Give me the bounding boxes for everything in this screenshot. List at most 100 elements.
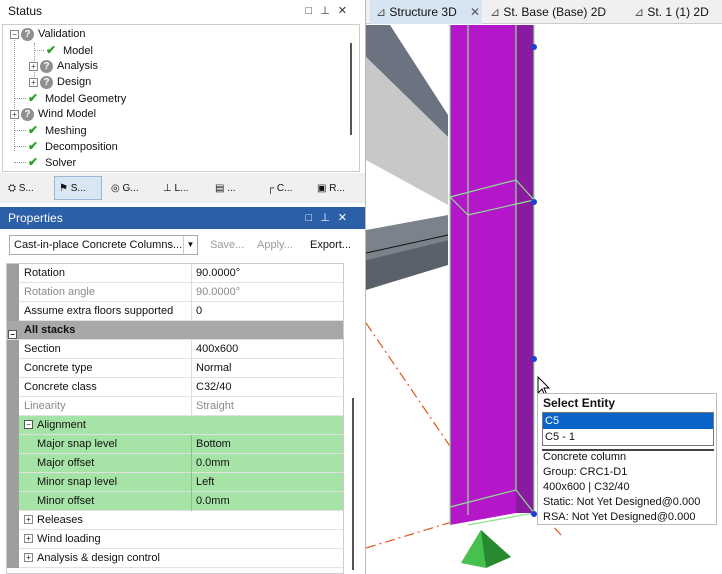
expand-toggle[interactable]: +: [29, 61, 38, 71]
tab-st-1-2d[interactable]: ⊿ St. 1 (1) 2D: [634, 0, 722, 24]
tab-s2[interactable]: ⚑ S...: [54, 176, 102, 200]
snap-handle[interactable]: [531, 44, 537, 50]
maximize-icon[interactable]: □: [306, 5, 321, 17]
tree-item-meshing[interactable]: ✔ Meshing: [28, 122, 87, 138]
popup-title: Select Entity: [543, 396, 616, 410]
tree-item-decomposition[interactable]: ✔ Decomposition: [28, 138, 118, 154]
pin-icon[interactable]: ⊥: [320, 5, 338, 17]
entity-group: Group: CRC1-D1: [543, 466, 628, 478]
view-tabstrip: ⊿ Structure 3D ✕ ⊿ St. Base (Base) 2D ⊿ …: [366, 0, 722, 24]
close-icon[interactable]: ✕: [470, 0, 480, 24]
category-row-alignment[interactable]: − Alignment: [7, 416, 343, 435]
question-icon: ?: [40, 75, 53, 89]
tree-item-analysis[interactable]: +? Analysis: [29, 58, 98, 74]
tree-item-wind-model[interactable]: +? Wind Model: [10, 106, 96, 122]
column-icon: ┌: [267, 183, 277, 194]
tab-c[interactable]: ┌ C...: [262, 176, 310, 200]
view-2d-icon: ⊿: [634, 5, 648, 19]
property-row[interactable]: Minor snap level Left: [7, 473, 343, 492]
column-side[interactable]: [516, 25, 534, 513]
select-entity-popup: Select Entity C5 C5 - 1 Concrete column …: [537, 393, 717, 525]
tree-item-validation[interactable]: −? Validation: [10, 26, 86, 42]
property-row[interactable]: Minor offset 0.0mm: [7, 492, 343, 511]
property-row[interactable]: Rotation angle 90.0000°: [7, 283, 343, 302]
property-row[interactable]: Concrete type Normal: [7, 359, 343, 378]
save-button[interactable]: Save...: [210, 235, 244, 255]
maximize-icon[interactable]: □: [306, 212, 321, 224]
collapse-toggle[interactable]: −: [10, 29, 19, 39]
tree-item-model[interactable]: ✔ Model: [46, 42, 93, 58]
view-2d-icon: ⊿: [490, 5, 504, 19]
category-row-wind-loading[interactable]: + Wind loading: [7, 530, 343, 549]
chevron-down-icon[interactable]: ▼: [183, 236, 197, 254]
check-icon: ✔: [28, 139, 39, 153]
properties-panel-header: Properties □⊥✕: [0, 207, 365, 229]
entity-section: 400x600 | C32/40: [543, 481, 630, 493]
question-icon: ?: [21, 107, 34, 121]
property-row[interactable]: Section 400x600: [7, 340, 343, 359]
tree-item-model-geometry[interactable]: ✔ Model Geometry: [28, 90, 126, 106]
tree-item-solver[interactable]: ✔ Solver: [28, 154, 76, 170]
property-row[interactable]: Concrete class C32/40: [7, 378, 343, 397]
tab-st-base-2d[interactable]: ⊿ St. Base (Base) 2D: [490, 0, 620, 24]
expand-toggle[interactable]: +: [24, 553, 33, 562]
tool-icon: ⛭: [8, 183, 19, 194]
snap-handle[interactable]: [531, 199, 537, 205]
property-row[interactable]: Linearity Straight: [7, 397, 343, 416]
question-icon: ?: [21, 27, 34, 41]
entity-option-c5-1[interactable]: C5 - 1: [543, 429, 713, 445]
status-tree: −? Validation ✔ Model +? Analysis +? Design …: [2, 24, 360, 172]
check-icon: ✔: [46, 43, 57, 57]
property-grid: Rotation 90.0000° Rotation angle 90.0000° …: [6, 263, 344, 574]
concrete-column-c5[interactable]: [450, 25, 516, 525]
status-panel-header: Status □⊥✕: [0, 0, 365, 22]
tab-r[interactable]: ▣ R...: [312, 176, 360, 200]
panel-controls[interactable]: □⊥✕: [306, 211, 355, 224]
entity-rsa-status: RSA: Not Yet Designed@0.000: [543, 511, 696, 523]
entity-static-status: Static: Not Yet Designed@0.000: [543, 496, 701, 508]
tab-s1[interactable]: ⛭ S...: [3, 176, 51, 200]
property-row[interactable]: Major snap level Bottom: [7, 435, 343, 454]
status-tabstrip: ⛭ S... ⚑ S... ◎ G... ⊥ L... ▤ ... ┌ C...…: [0, 173, 365, 203]
entity-option-c5[interactable]: C5: [543, 413, 713, 429]
close-icon[interactable]: ✕: [338, 5, 355, 17]
tab-blank[interactable]: ▤ ...: [210, 176, 258, 200]
expand-toggle[interactable]: +: [10, 109, 19, 119]
grid-icon: ▤: [215, 183, 228, 194]
category-row-releases[interactable]: + Releases: [7, 511, 343, 530]
check-icon: ✔: [28, 91, 39, 105]
property-row[interactable]: Rotation 90.0000°: [7, 264, 343, 283]
load-icon: ⊥: [163, 183, 175, 194]
question-icon: ?: [40, 59, 53, 73]
entity-list[interactable]: C5 C5 - 1: [542, 412, 714, 446]
pin-icon[interactable]: ⊥: [320, 212, 338, 224]
tab-structure-3d[interactable]: ⊿ Structure 3D ✕: [370, 0, 482, 24]
property-row[interactable]: Major offset 0.0mm: [7, 454, 343, 473]
property-grid-scrollbar[interactable]: [350, 263, 356, 574]
close-icon[interactable]: ✕: [338, 212, 355, 224]
status-icon: ⚑: [59, 183, 71, 194]
check-icon: ✔: [28, 155, 39, 169]
entity-type-select[interactable]: Cast-in-place Concrete Columns... ▼: [9, 235, 198, 255]
category-row-analysis-design[interactable]: + Analysis & design control: [7, 549, 343, 568]
property-row[interactable]: Assume extra floors supported 0: [7, 302, 343, 321]
expand-toggle[interactable]: +: [29, 77, 38, 87]
check-icon: ✔: [28, 123, 39, 137]
export-button[interactable]: Export...: [310, 235, 351, 255]
expand-toggle[interactable]: +: [24, 534, 33, 543]
snap-handle[interactable]: [531, 356, 537, 362]
status-panel-title: Status: [8, 4, 43, 18]
entity-type: Concrete column: [543, 451, 627, 463]
expand-toggle[interactable]: +: [24, 515, 33, 524]
grid-line: [366, 322, 457, 456]
tree-scrollbar[interactable]: [350, 43, 352, 135]
panel-controls[interactable]: □⊥✕: [306, 4, 355, 17]
apply-button[interactable]: Apply...: [257, 235, 293, 255]
tree-item-design[interactable]: +? Design: [29, 74, 91, 90]
properties-panel-title: Properties: [8, 211, 63, 225]
group-icon: ◎: [111, 183, 123, 194]
tab-l[interactable]: ⊥ L...: [158, 176, 206, 200]
collapse-toggle[interactable]: −: [24, 420, 33, 429]
tab-g[interactable]: ◎ G...: [106, 176, 154, 200]
category-row-all-stacks[interactable]: − All stacks: [7, 321, 343, 340]
